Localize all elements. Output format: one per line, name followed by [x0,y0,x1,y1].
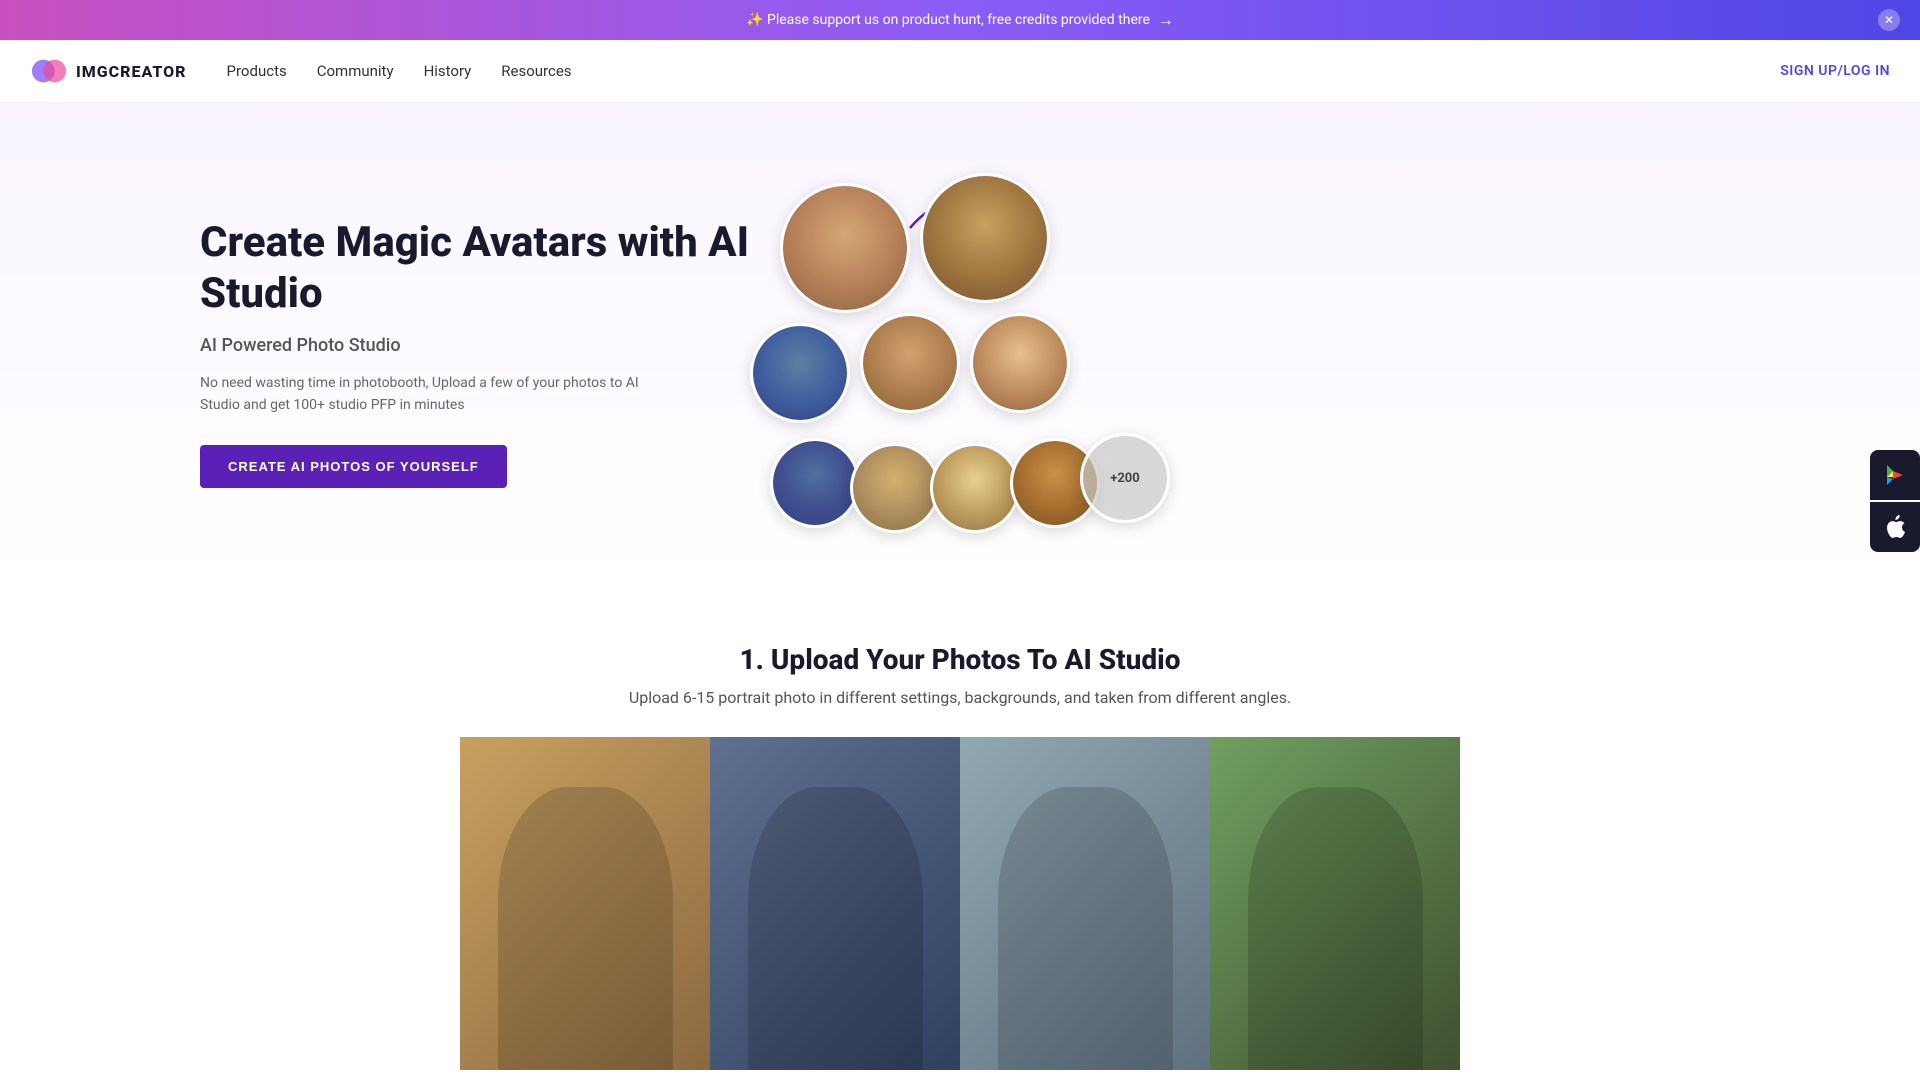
avatar-after: Receive AI Profiles Pics [920,173,1050,303]
banner-arrow: → [1158,10,1174,30]
avatar-before: Upload Your Photos [780,183,910,313]
nav-history[interactable]: History [424,62,472,80]
cta-button[interactable]: CREATE AI PHOTOS OF YOURSELF [200,445,507,488]
apple-icon [1884,515,1906,539]
hero-title: Create Magic Avatars with AI Studio [200,218,750,319]
nav-products[interactable]: Products [227,62,287,80]
photo-grid [460,737,1460,1070]
auth-button[interactable]: SIGN UP/LOG IN [1780,63,1890,79]
upload-section-desc: Upload 6-15 portrait photo in different … [20,688,1900,707]
top-banner: ✨ Please support us on product hunt, fre… [0,0,1920,40]
avatar-6 [770,438,860,528]
nav-community[interactable]: Community [317,62,394,80]
avatar-5 [970,313,1070,413]
nav-resources[interactable]: Resources [501,62,571,80]
photo-item-3 [960,737,1210,1070]
photo-item-1 [460,737,710,1070]
hero-section: Create Magic Avatars with AI Studio AI P… [0,103,1920,583]
google-play-icon [1883,463,1907,487]
logo-text: IMGCREATOR [76,62,187,81]
avatar-7 [850,443,940,533]
logo-icon [30,52,68,90]
upload-section: 1. Upload Your Photos To AI Studio Uploa… [0,583,1920,1090]
hero-content: Create Magic Avatars with AI Studio AI P… [200,218,750,488]
avatar-8 [930,443,1020,533]
photo-item-4 [1210,737,1460,1070]
avatar-4 [860,313,960,413]
app-buttons [1870,450,1920,552]
hero-description: No need wasting time in photobooth, Uplo… [200,372,660,417]
avatar-plus-badge: +200 [1080,433,1170,523]
banner-text: ✨ Please support us on product hunt, fre… [746,12,1150,28]
avatar-3 [750,323,850,423]
upload-section-title: 1. Upload Your Photos To AI Studio [20,643,1900,676]
avatar-grid: Upload Your Photos Receive AI Profiles P… [750,163,1170,543]
navbar: IMGCREATOR Products Community History Re… [0,40,1920,103]
hero-subtitle: AI Powered Photo Studio [200,335,750,356]
photo-item-2 [710,737,960,1070]
google-play-button[interactable] [1870,450,1920,500]
nav-links: Products Community History Resources [227,62,1781,80]
logo[interactable]: IMGCREATOR [30,52,187,90]
apple-store-button[interactable] [1870,502,1920,552]
banner-close-button[interactable]: ✕ [1878,9,1900,31]
